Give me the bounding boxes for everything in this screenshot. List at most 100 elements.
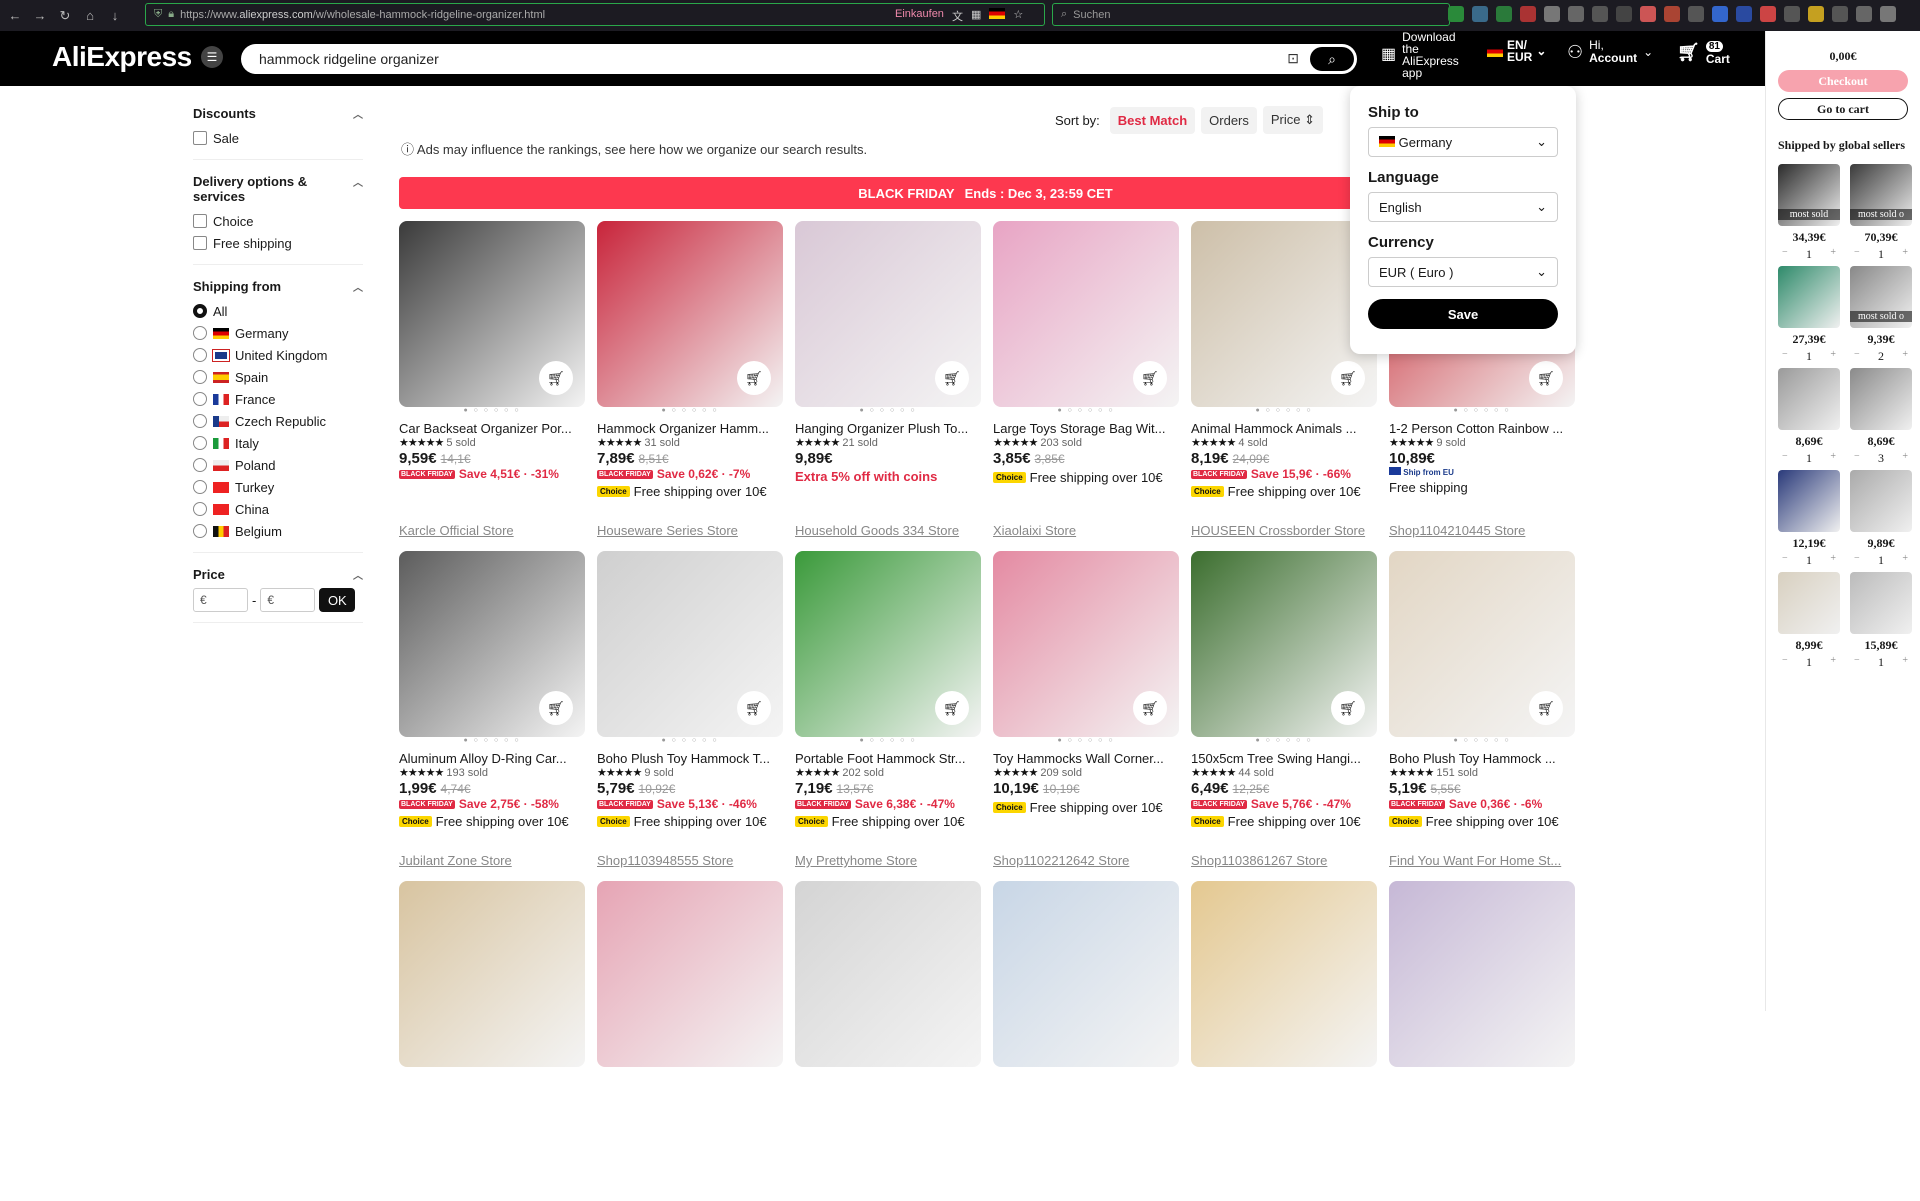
product-title[interactable]: Aluminum Alloy D-Ring Car... (399, 751, 585, 766)
store-link[interactable]: Shop1103861267 Store (1191, 853, 1327, 868)
minus-icon[interactable]: − (1854, 451, 1860, 466)
filter-option-sale[interactable]: Sale (193, 127, 363, 149)
image-carousel-dots[interactable]: ● ○ ○ ○ ○ ○ (993, 407, 1179, 419)
reload-icon[interactable]: ↻ (55, 6, 75, 26)
radio-button[interactable] (193, 326, 207, 340)
product-title[interactable]: Animal Hammock Animals ... (1191, 421, 1377, 436)
product-card[interactable]: 🛒︎ ● ○ ○ ○ ○ ○ Aluminum Alloy D-Ring Car..… (399, 551, 585, 871)
product-image[interactable]: 🛒︎ (597, 551, 783, 737)
plus-icon[interactable]: + (1902, 349, 1908, 364)
ship-from-uk[interactable]: United Kingdom (193, 344, 363, 366)
product-image[interactable] (597, 881, 783, 1067)
ship-from-turkey[interactable]: Turkey (193, 476, 363, 498)
image-carousel-dots[interactable]: ● ○ ○ ○ ○ ○ (1191, 737, 1377, 749)
product-card[interactable]: 🛒︎ ● ○ ○ ○ ○ ○ Large Toys Storage Bag Wit.… (993, 221, 1179, 541)
product-image[interactable]: 🛒︎ (597, 221, 783, 407)
sort-orders[interactable]: Orders (1201, 106, 1257, 134)
item-thumbnail[interactable]: most sold o (1850, 266, 1912, 328)
minus-icon[interactable]: − (1782, 655, 1788, 670)
extension-icon[interactable] (1472, 6, 1488, 22)
ship-from-france[interactable]: France (193, 388, 363, 410)
minus-icon[interactable]: − (1854, 655, 1860, 670)
extension-icon[interactable] (1640, 6, 1656, 22)
product-title[interactable]: Portable Foot Hammock Str... (795, 751, 981, 766)
grid-icon[interactable]: ▦ (971, 8, 981, 24)
add-to-cart-icon[interactable]: 🛒︎ (539, 361, 573, 395)
product-image[interactable] (399, 881, 585, 1067)
currency-select[interactable]: EUR ( Euro ) ⌄ (1368, 257, 1558, 287)
product-title[interactable]: 150x5cm Tree Swing Hangi... (1191, 751, 1377, 766)
item-thumbnail[interactable] (1778, 266, 1840, 328)
add-to-cart-icon[interactable]: 🛒︎ (1331, 691, 1365, 725)
add-to-cart-icon[interactable]: 🛒︎ (737, 361, 771, 395)
extension-icon[interactable] (1856, 6, 1872, 22)
product-title[interactable]: Boho Plush Toy Hammock ... (1389, 751, 1575, 766)
radio-button[interactable] (193, 524, 207, 538)
extension-icon[interactable] (1568, 6, 1584, 22)
side-panel-item[interactable]: most sold o 70,39€ − 1 + (1850, 164, 1912, 262)
product-card[interactable] (795, 881, 981, 1201)
price-min-input[interactable]: € (193, 588, 248, 612)
minus-icon[interactable]: − (1782, 451, 1788, 466)
extension-icon[interactable] (1808, 6, 1824, 22)
radio-button[interactable] (193, 392, 207, 406)
extension-icon[interactable] (1712, 6, 1728, 22)
price-max-input[interactable]: € (260, 588, 316, 612)
home-icon[interactable]: ⌂ (80, 6, 100, 26)
product-image[interactable]: 🛒︎ (993, 221, 1179, 407)
product-card[interactable] (1191, 881, 1377, 1201)
radio-button[interactable] (193, 436, 207, 450)
chevron-up-icon[interactable]: ︿ (353, 106, 363, 121)
store-link[interactable]: Shop1102212642 Store (993, 853, 1129, 868)
plus-icon[interactable]: + (1830, 349, 1836, 364)
extension-icon[interactable] (1592, 6, 1608, 22)
minus-icon[interactable]: − (1782, 247, 1788, 262)
product-image[interactable] (1389, 881, 1575, 1067)
plus-icon[interactable]: + (1830, 553, 1836, 568)
product-card[interactable]: 🛒︎ ● ○ ○ ○ ○ ○ Portable Foot Hammock Str..… (795, 551, 981, 871)
add-to-cart-icon[interactable]: 🛒︎ (1529, 691, 1563, 725)
side-panel-item[interactable]: 12,19€ − 1 + (1778, 470, 1840, 568)
sort-best-match[interactable]: Best Match (1109, 106, 1196, 134)
store-link[interactable]: HOUSEEN Crossborder Store (1191, 523, 1365, 538)
extension-icon[interactable] (1832, 6, 1848, 22)
extension-icon[interactable] (1520, 6, 1536, 22)
product-image[interactable] (795, 881, 981, 1067)
image-carousel-dots[interactable]: ● ○ ○ ○ ○ ○ (795, 737, 981, 749)
product-card[interactable]: 🛒︎ ● ○ ○ ○ ○ ○ Car Backseat Organizer Por.… (399, 221, 585, 541)
add-to-cart-icon[interactable]: 🛒︎ (935, 361, 969, 395)
ship-from-china[interactable]: China (193, 498, 363, 520)
radio-button[interactable] (193, 502, 207, 516)
ship-from-germany[interactable]: Germany (193, 322, 363, 344)
image-carousel-dots[interactable]: ● ○ ○ ○ ○ ○ (993, 737, 1179, 749)
store-link[interactable]: Household Goods 334 Store (795, 523, 959, 538)
chevron-up-icon[interactable]: ︿ (353, 279, 363, 294)
product-title[interactable]: Hammock Organizer Hamm... (597, 421, 783, 436)
forward-icon[interactable]: → (30, 6, 50, 26)
product-image[interactable]: 🛒︎ (795, 551, 981, 737)
checkout-button[interactable]: Checkout (1778, 70, 1908, 92)
account-menu[interactable]: ⚇ Hi, Account ⌄ (1567, 39, 1653, 65)
extension-icon[interactable] (1880, 6, 1896, 22)
ship-from-poland[interactable]: Poland (193, 454, 363, 476)
image-carousel-dots[interactable]: ● ○ ○ ○ ○ ○ (795, 407, 981, 419)
image-carousel-dots[interactable]: ● ○ ○ ○ ○ ○ (1389, 407, 1575, 419)
store-link[interactable]: My Prettyhome Store (795, 853, 917, 868)
store-link[interactable]: Houseware Series Store (597, 523, 738, 538)
cart-button[interactable]: 🛒︎ 81 Cart (1677, 39, 1730, 66)
chevron-up-icon[interactable]: ︿ (353, 174, 363, 204)
plus-icon[interactable]: + (1902, 247, 1908, 262)
product-title[interactable]: Toy Hammocks Wall Corner... (993, 751, 1179, 766)
product-card[interactable] (597, 881, 783, 1201)
product-image[interactable]: 🛒︎ (399, 551, 585, 737)
minus-icon[interactable]: − (1854, 349, 1860, 364)
translate-icon[interactable]: 文 (952, 8, 963, 24)
product-image[interactable]: 🛒︎ (993, 551, 1179, 737)
radio-button[interactable] (193, 348, 207, 362)
go-to-cart-button[interactable]: Go to cart (1778, 98, 1908, 120)
extension-icon[interactable] (1736, 6, 1752, 22)
extension-icon[interactable] (1664, 6, 1680, 22)
plus-icon[interactable]: + (1902, 553, 1908, 568)
image-carousel-dots[interactable]: ● ○ ○ ○ ○ ○ (597, 737, 783, 749)
checkbox[interactable] (193, 131, 207, 145)
